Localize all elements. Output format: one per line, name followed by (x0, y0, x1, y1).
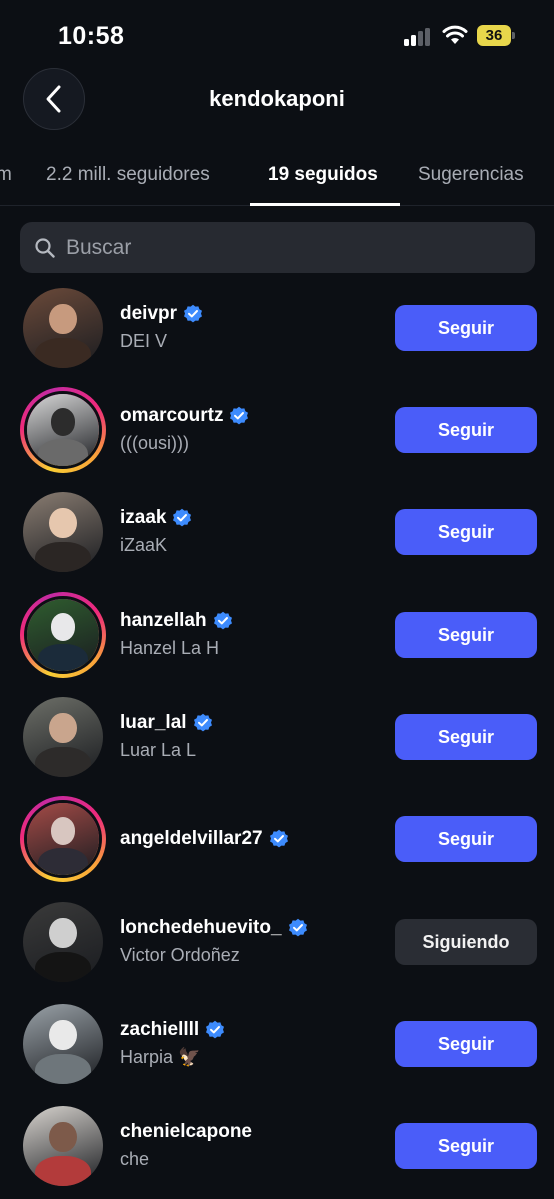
username[interactable]: izaak (120, 507, 166, 529)
status-bar: 10:58 36 (0, 0, 554, 70)
full-name: Luar La L (120, 740, 197, 760)
username[interactable]: lonchedehuevito_ (120, 917, 282, 939)
tab-following[interactable]: 19 seguidos (268, 164, 378, 186)
list-item[interactable]: zachiellll Harpia 🦅 Seguir (0, 993, 554, 1095)
verified-badge-icon (230, 406, 249, 425)
list-item[interactable]: lonchedehuevito_ Victor Ordoñez Siguiendo (0, 891, 554, 993)
search-input[interactable] (66, 235, 535, 260)
search-bar[interactable] (20, 222, 535, 273)
avatar[interactable] (20, 796, 106, 882)
follow-button[interactable]: Seguir (395, 1021, 537, 1067)
list-item[interactable]: angeldelvillar27 Seguir (0, 788, 554, 890)
tab-followers[interactable]: 2.2 mill. seguidores (46, 164, 210, 186)
username[interactable]: chenielcapone (120, 1121, 252, 1143)
verified-badge-icon (184, 304, 203, 323)
avatar[interactable] (20, 489, 106, 575)
username[interactable]: angeldelvillar27 (120, 828, 263, 850)
status-time: 10:58 (58, 22, 125, 50)
battery-icon: 36 (477, 25, 515, 46)
page-title: kendokaponi (209, 86, 345, 111)
search-icon (35, 237, 55, 258)
list-item[interactable]: hanzellah Hanzel La H Seguir (0, 584, 554, 686)
follow-button[interactable]: Seguir (395, 305, 537, 351)
follow-button[interactable]: Seguir (395, 407, 537, 453)
full-name: (((ousi))) (120, 433, 189, 453)
avatar[interactable] (20, 592, 106, 678)
tab-bar: m 2.2 mill. seguidores 19 seguidos Suger… (0, 150, 554, 206)
username[interactable]: deivpr (120, 303, 177, 325)
full-name: Hanzel La H (120, 638, 220, 658)
following-button[interactable]: Siguiendo (395, 919, 537, 965)
username[interactable]: omarcourtz (120, 405, 223, 427)
tab-followers-partial[interactable]: m (0, 164, 12, 186)
avatar[interactable] (20, 694, 106, 780)
verified-badge-icon (206, 1020, 225, 1039)
avatar[interactable] (20, 285, 106, 371)
follow-button[interactable]: Seguir (395, 816, 537, 862)
verified-badge-icon (173, 508, 192, 527)
follow-button[interactable]: Seguir (395, 1123, 537, 1169)
verified-badge-icon (193, 713, 212, 732)
avatar[interactable] (20, 1103, 106, 1189)
tab-suggestions[interactable]: Sugerencias (418, 164, 524, 186)
battery-level: 36 (477, 25, 511, 46)
list-item[interactable]: izaak iZaaK Seguir (0, 481, 554, 583)
list-item[interactable]: omarcourtz (((ousi))) Seguir (0, 379, 554, 481)
follow-button[interactable]: Seguir (395, 612, 537, 658)
list-item[interactable]: deivpr DEI V Seguir (0, 277, 554, 379)
full-name: iZaaK (120, 535, 168, 555)
list-item[interactable]: chenielcapone che Seguir (0, 1095, 554, 1197)
verified-badge-icon (288, 918, 307, 937)
cellular-signal-icon (404, 28, 434, 46)
avatar[interactable] (20, 899, 106, 985)
verified-badge-icon (213, 611, 232, 630)
list-item[interactable]: luar_lal Luar La L Seguir (0, 686, 554, 788)
wifi-icon (442, 25, 468, 44)
username[interactable]: zachiellll (120, 1019, 199, 1041)
username[interactable]: luar_lal (120, 712, 187, 734)
full-name: Harpia 🦅 (120, 1047, 201, 1067)
username[interactable]: hanzellah (120, 610, 207, 632)
follow-button[interactable]: Seguir (395, 509, 537, 555)
follow-button[interactable]: Seguir (395, 714, 537, 760)
active-tab-indicator (250, 203, 400, 206)
full-name: DEI V (120, 331, 168, 351)
avatar[interactable] (20, 387, 106, 473)
avatar[interactable] (20, 1001, 106, 1087)
verified-badge-icon (269, 829, 288, 848)
full-name: Victor Ordoñez (120, 945, 240, 965)
full-name: che (120, 1149, 150, 1169)
